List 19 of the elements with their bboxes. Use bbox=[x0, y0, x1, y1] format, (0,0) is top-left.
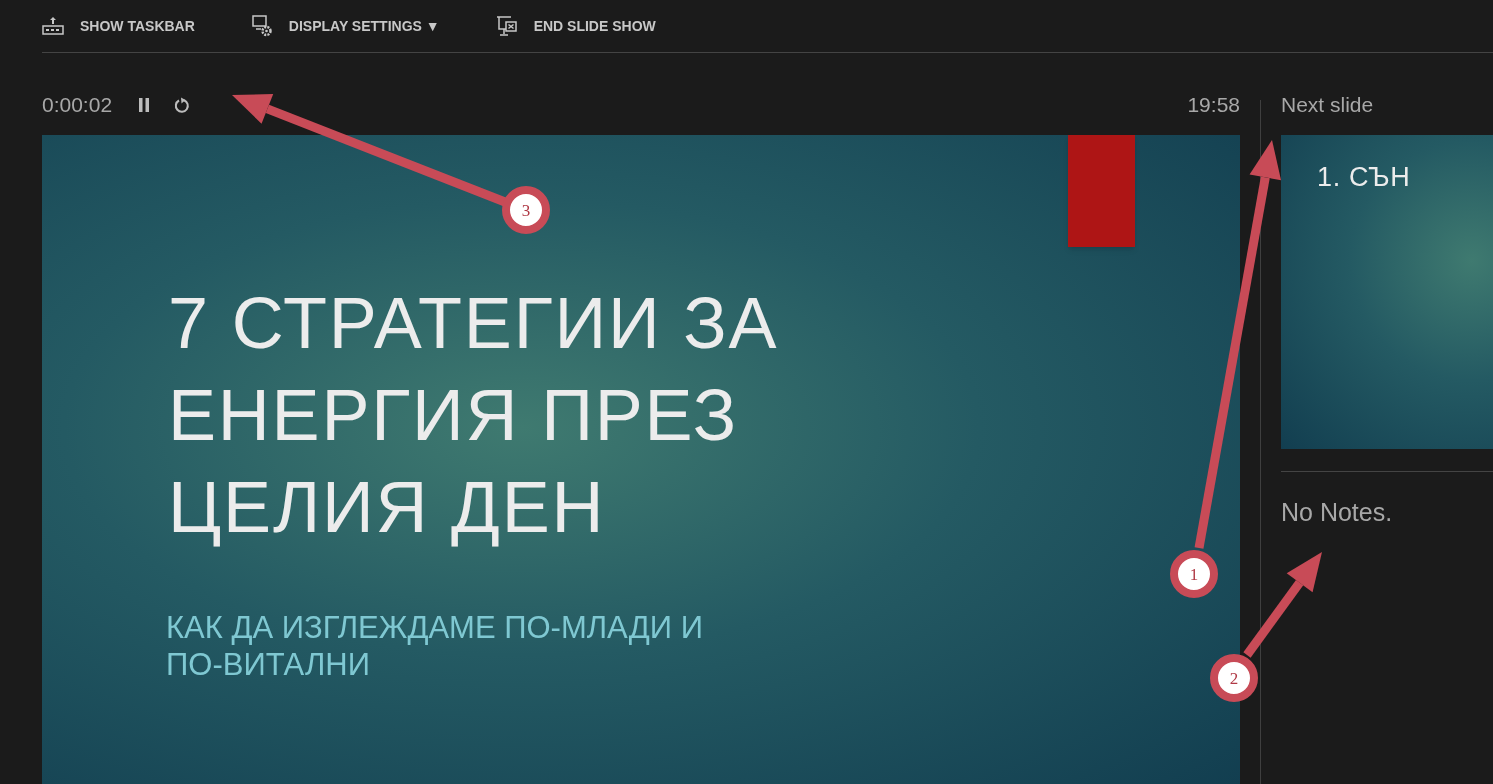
slide-title: 7 СТРАТЕГИИ ЗА ЕНЕРГИЯ ПРЕЗ ЦЕЛИЯ ДЕН bbox=[168, 282, 780, 549]
monitor-close-icon bbox=[495, 15, 518, 37]
elapsed-timer: 0:00:02 bbox=[42, 92, 113, 119]
preview-title: 1. СЪН bbox=[1317, 162, 1411, 192]
end-slide-show-button[interactable]: END SLIDE SHOW bbox=[495, 15, 656, 37]
slide-subtitle: КАК ДА ИЗГЛЕЖДАМЕ ПО-МЛАДИ И ПО-ВИТАЛНИ bbox=[166, 609, 704, 683]
clock-time: 19:58 bbox=[1187, 92, 1240, 119]
show-taskbar-button[interactable]: SHOW TASKBAR bbox=[42, 15, 195, 37]
display-settings-button[interactable]: DISPLAY SETTINGS ▼ bbox=[250, 15, 440, 37]
callout-number: 2 bbox=[1210, 654, 1258, 702]
restart-button[interactable] bbox=[172, 95, 191, 115]
notes-text: No Notes. bbox=[1281, 498, 1393, 526]
restart-icon bbox=[172, 96, 190, 114]
monitor-gear-icon bbox=[250, 15, 273, 37]
next-slide-heading: Next slide bbox=[1281, 92, 1374, 119]
callout-number: 3 bbox=[502, 186, 550, 234]
taskbar-icon bbox=[42, 16, 64, 36]
callout-number: 1 bbox=[1170, 550, 1218, 598]
pause-icon bbox=[138, 97, 151, 113]
